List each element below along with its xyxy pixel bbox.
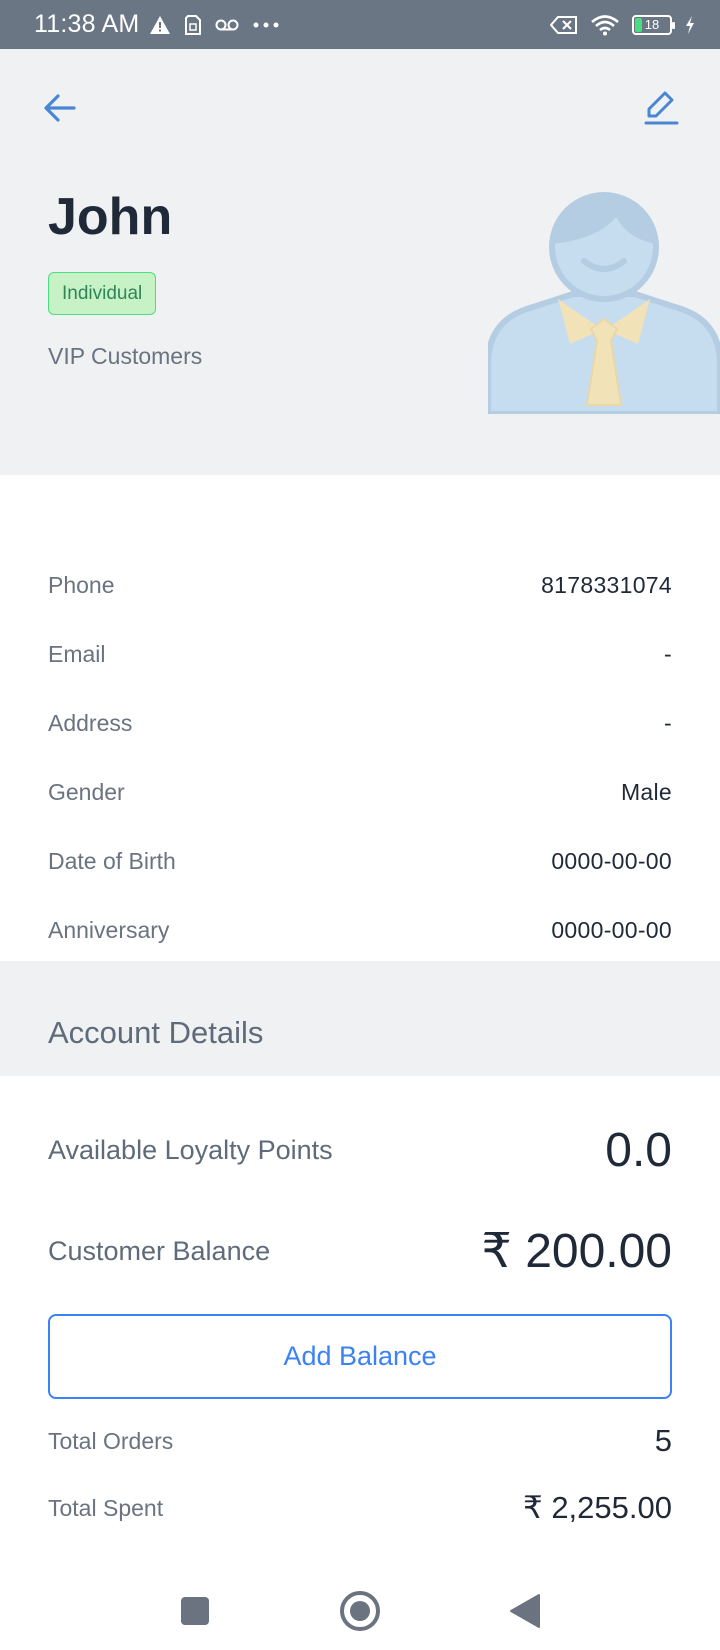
total-orders-value: 5	[654, 1423, 672, 1458]
back-button[interactable]	[33, 81, 87, 135]
loyalty-points-label: Available Loyalty Points	[48, 1134, 333, 1165]
back-nav-button[interactable]	[500, 1586, 550, 1636]
total-spent-label: Total Spent	[48, 1494, 164, 1521]
detail-row-phone: Phone 8178331074	[48, 565, 672, 605]
customer-balance-label: Customer Balance	[48, 1235, 271, 1266]
detail-row-gender: Gender Male	[48, 772, 672, 812]
detail-label: Phone	[48, 571, 115, 598]
detail-row-address: Address -	[48, 703, 672, 743]
battery-icon: 18	[632, 14, 675, 35]
detail-label: Anniversary	[48, 916, 170, 943]
detail-value: 0000-00-00	[551, 916, 672, 943]
battery-level: 18	[644, 17, 660, 32]
customer-group: VIP Customers	[48, 343, 203, 369]
loyalty-points-value: 0.0	[605, 1123, 672, 1177]
system-navigation-bar	[0, 1572, 720, 1650]
total-spent-value: ₹ 2,255.00	[522, 1490, 672, 1525]
status-bar: 11:38 AM 18	[0, 0, 720, 49]
customer-balance-row: Customer Balance ₹ 200.00	[48, 1219, 672, 1283]
customer-name: John	[48, 188, 173, 246]
wifi-icon	[591, 14, 619, 35]
home-button[interactable]	[335, 1586, 385, 1636]
pencil-icon	[644, 91, 679, 125]
total-spent-row: Total Spent ₹ 2,255.00	[48, 1486, 672, 1530]
account-details: Available Loyalty Points 0.0 Customer Ba…	[0, 1076, 720, 1572]
customer-details: Phone 8178331074 Email - Address - Gende…	[0, 475, 720, 961]
customer-avatar-icon	[488, 192, 720, 414]
detail-value: Male	[620, 778, 672, 805]
section-title: Account Details	[48, 1015, 264, 1050]
detail-value: 0000-00-00	[551, 847, 672, 874]
add-balance-button[interactable]: Add Balance	[48, 1314, 672, 1399]
no-sim-icon	[550, 15, 577, 34]
status-time: 11:38 AM	[34, 10, 140, 38]
detail-label: Date of Birth	[48, 847, 176, 874]
detail-row-anniversary: Anniversary 0000-00-00	[48, 910, 672, 950]
customer-type-badge: Individual	[48, 272, 157, 315]
detail-label: Email	[48, 640, 106, 667]
recent-apps-button[interactable]	[170, 1586, 220, 1636]
account-details-header: Account Details	[0, 961, 720, 1076]
sim-icon	[185, 14, 202, 35]
detail-row-email: Email -	[48, 634, 672, 674]
detail-value: -	[664, 640, 672, 667]
detail-value: -	[664, 709, 672, 736]
square-icon	[181, 1597, 209, 1625]
detail-value: 8178331074	[541, 571, 672, 598]
circle-icon	[340, 1591, 380, 1631]
voicemail-icon	[215, 19, 239, 30]
arrow-left-icon	[44, 94, 76, 122]
total-orders-row: Total Orders 5	[48, 1419, 672, 1463]
status-system-icons: 18	[550, 14, 696, 36]
warning-icon	[150, 15, 171, 34]
detail-row-date-of-birth: Date of Birth 0000-00-00	[48, 841, 672, 881]
customer-header: John Individual VIP Customers	[0, 49, 720, 475]
charging-icon	[686, 15, 694, 34]
detail-label: Gender	[48, 778, 125, 805]
loyalty-points-row: Available Loyalty Points 0.0	[48, 1118, 672, 1182]
more-dots-icon	[253, 22, 279, 27]
edit-button[interactable]	[634, 81, 688, 135]
detail-label: Address	[48, 709, 133, 736]
status-notification-icons	[149, 14, 279, 35]
triangle-back-icon	[510, 1594, 540, 1628]
customer-balance-value: ₹ 200.00	[481, 1225, 672, 1278]
total-orders-label: Total Orders	[48, 1427, 174, 1454]
